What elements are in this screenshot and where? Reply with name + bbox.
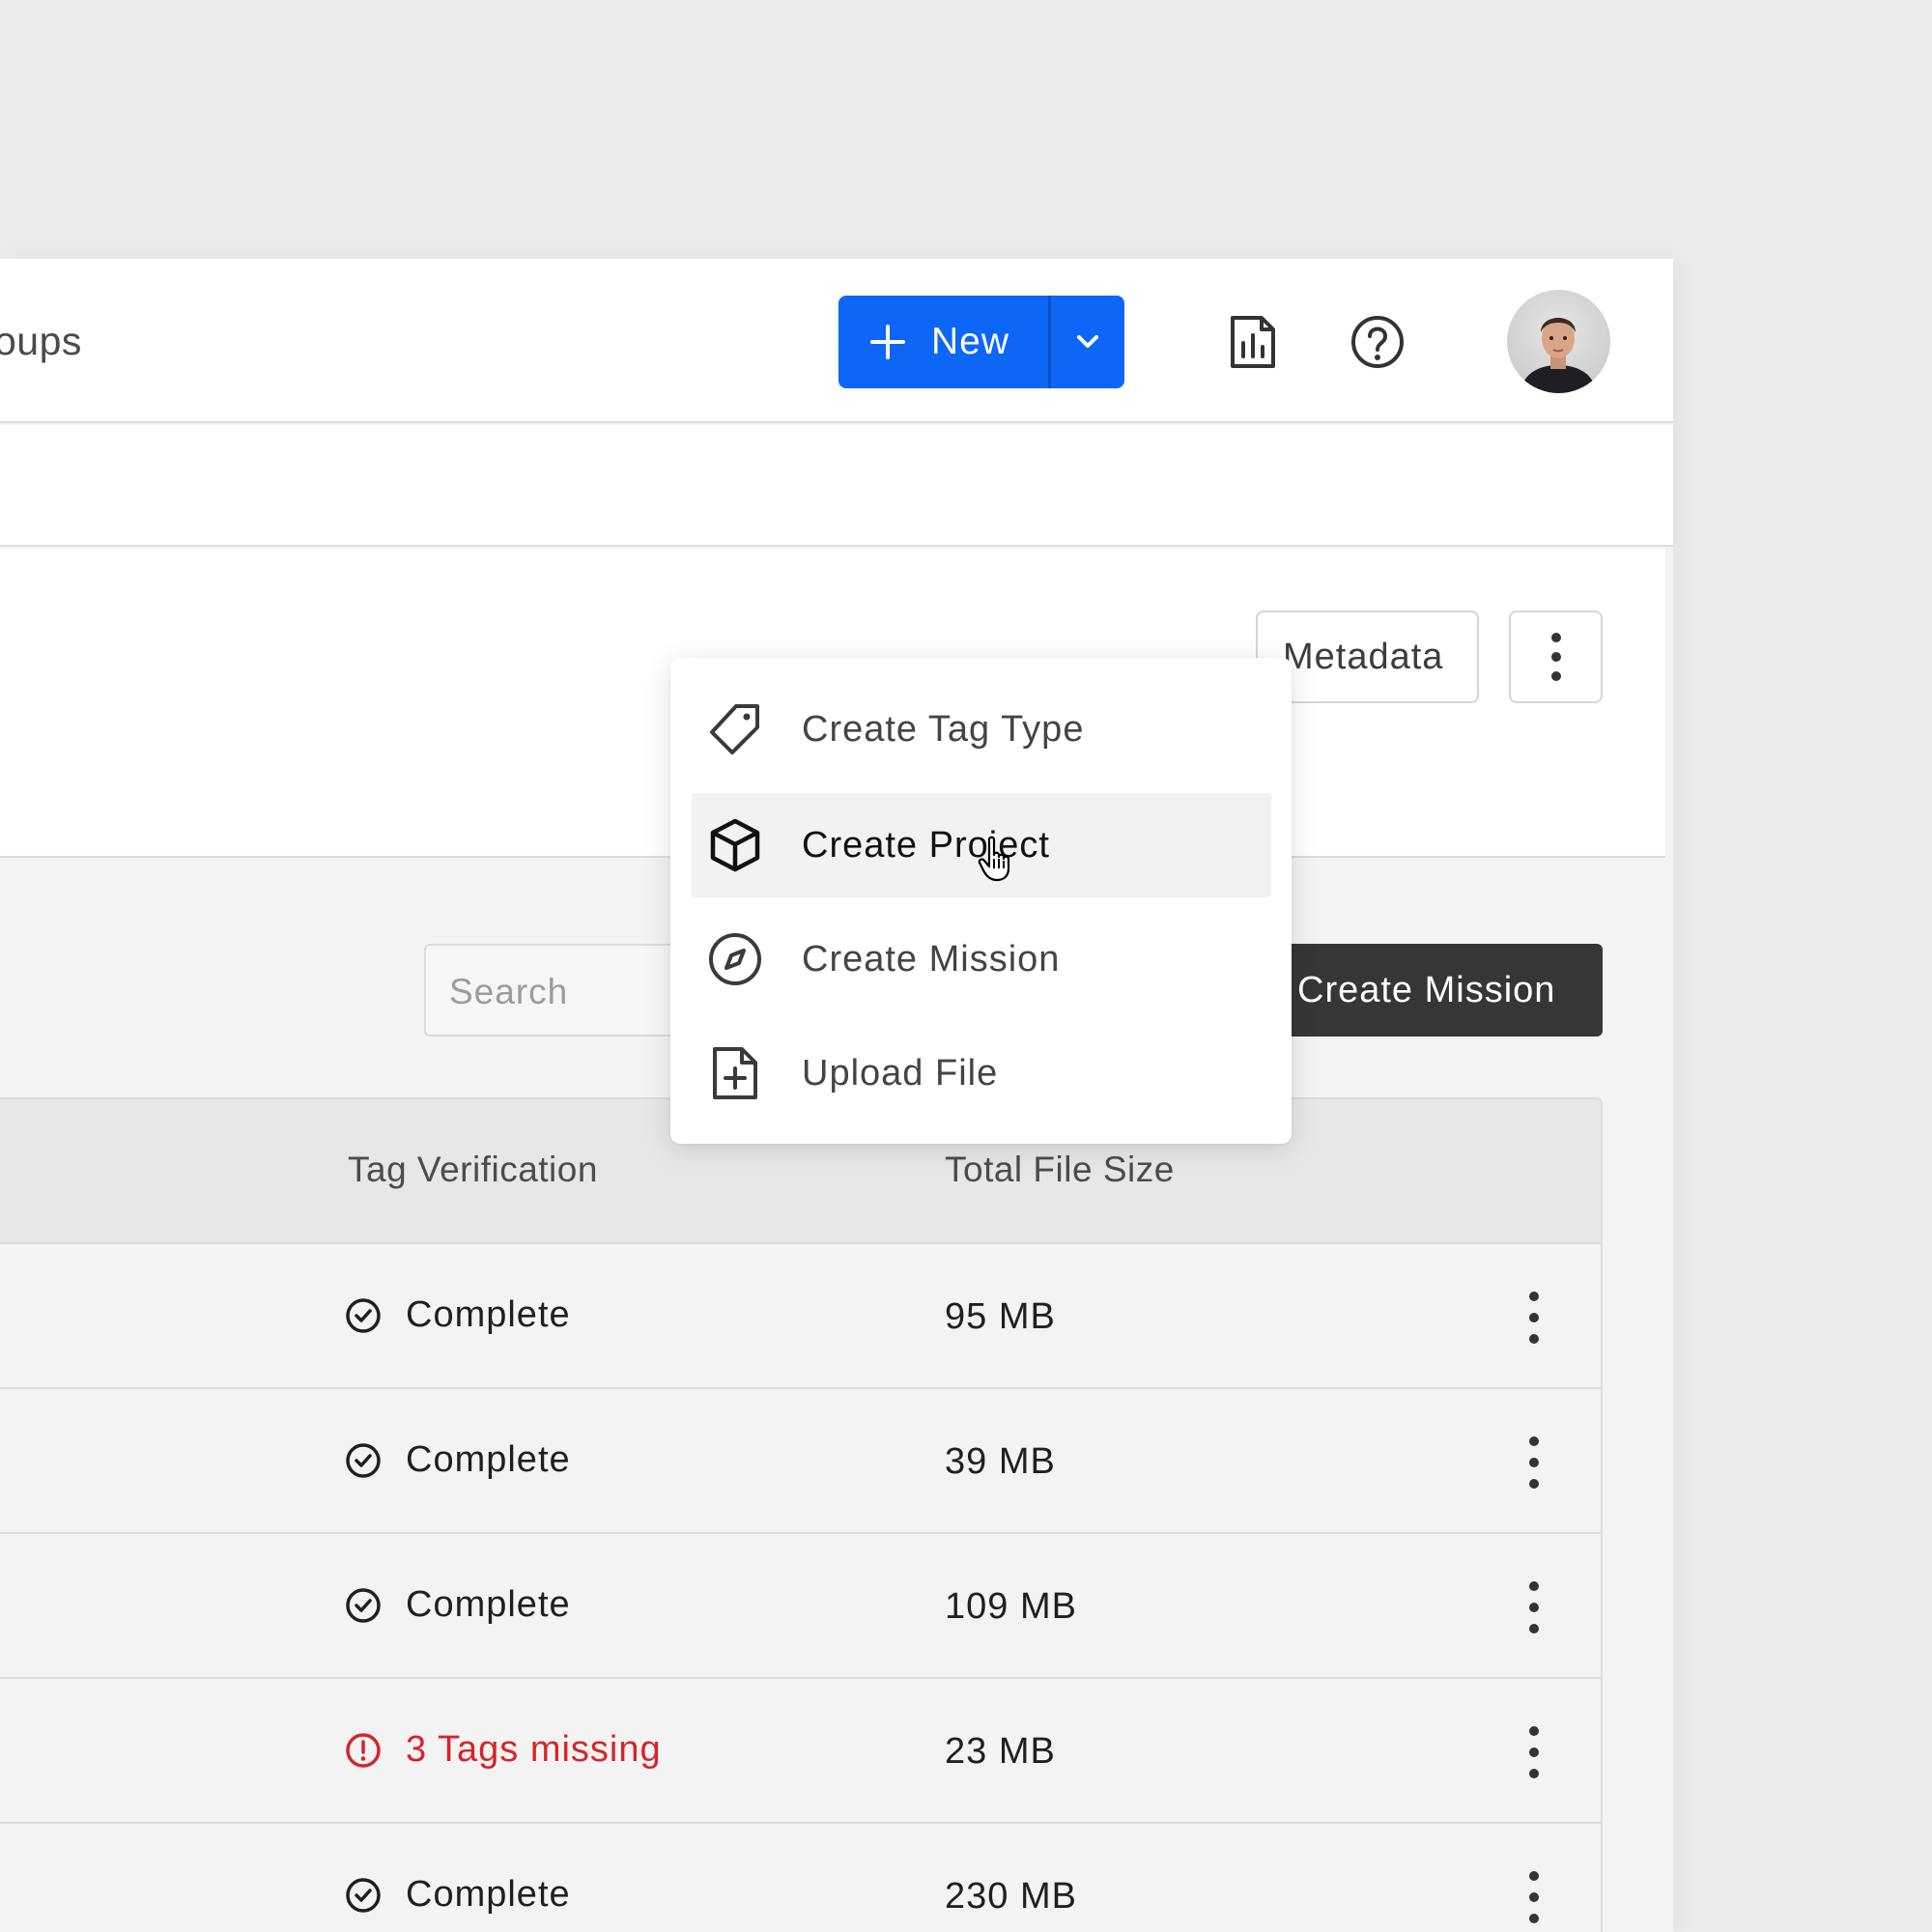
plus-icon [870, 325, 905, 359]
tag-verification-status: Complete [344, 1874, 571, 1916]
compass-icon [709, 933, 761, 985]
new-button-label: New [931, 321, 1010, 362]
avatar-photo [1520, 318, 1597, 393]
table-row[interactable]: 3 Tags missing 23 MB [0, 1679, 1601, 1824]
file-plus-icon [713, 1047, 757, 1099]
reports-button[interactable] [1218, 307, 1288, 377]
tag-verification-status: 3 Tags missing [344, 1729, 662, 1771]
error-circle-icon [346, 1732, 381, 1768]
more-vertical-icon [1550, 633, 1561, 681]
chevron-down-icon [1077, 335, 1098, 348]
menu-item-create-mission[interactable]: Create Mission [692, 907, 1271, 1011]
help-icon [1351, 316, 1404, 368]
report-chart-icon [1231, 316, 1275, 368]
more-vertical-icon [1529, 1292, 1539, 1344]
tag-verification-status: Complete [344, 1584, 571, 1626]
check-circle-icon [346, 1587, 381, 1623]
header-more-button[interactable] [1509, 611, 1603, 703]
more-vertical-icon [1529, 1726, 1539, 1778]
sub-navigation-bar [0, 425, 1673, 547]
menu-item-upload-file[interactable]: Upload File [692, 1021, 1271, 1125]
row-more-button[interactable] [1515, 1287, 1553, 1349]
app-window: oups New Metadata Search Create Mission … [0, 259, 1673, 1932]
new-split-button: New [838, 296, 1124, 388]
more-vertical-icon [1529, 1581, 1539, 1634]
nav-item-groups[interactable]: oups [0, 319, 82, 364]
check-circle-icon [346, 1442, 381, 1478]
tag-verification-status: Complete [344, 1294, 571, 1336]
row-more-button[interactable] [1515, 1866, 1553, 1928]
new-dropdown-menu: Create Tag Type Create Project Create Mi… [670, 658, 1292, 1144]
column-header-total-file-size[interactable]: Total File Size [945, 1150, 1175, 1190]
menu-item-label: Create Mission [802, 938, 1061, 980]
status-text: 3 Tags missing [406, 1729, 662, 1770]
table-row[interactable]: Complete 39 MB [0, 1389, 1601, 1534]
menu-item-create-tag-type[interactable]: Create Tag Type [692, 677, 1271, 781]
row-more-button[interactable] [1515, 1577, 1553, 1638]
cube-icon [710, 818, 760, 872]
row-more-button[interactable] [1515, 1721, 1553, 1783]
status-text: Complete [406, 1584, 571, 1625]
more-vertical-icon [1529, 1871, 1539, 1923]
new-button[interactable]: New [838, 296, 1048, 388]
new-dropdown-toggle[interactable] [1051, 296, 1124, 388]
user-avatar[interactable] [1507, 290, 1610, 393]
create-mission-label: Create Mission [1297, 969, 1556, 1010]
row-more-button[interactable] [1515, 1432, 1553, 1493]
status-text: Complete [406, 1439, 571, 1480]
table-row[interactable]: Complete 230 MB [0, 1824, 1601, 1932]
hand-pointer-cursor [978, 836, 1010, 882]
check-circle-icon [346, 1877, 381, 1913]
menu-item-label: Create Tag Type [802, 708, 1085, 750]
status-text: Complete [406, 1294, 571, 1335]
file-size: 230 MB [945, 1876, 1077, 1917]
check-circle-icon [346, 1297, 381, 1333]
file-size: 39 MB [945, 1441, 1056, 1482]
help-button[interactable] [1343, 307, 1412, 377]
tag-icon [710, 704, 759, 754]
file-size: 109 MB [945, 1586, 1077, 1627]
tag-verification-status: Complete [344, 1439, 571, 1481]
menu-item-label: Upload File [802, 1052, 999, 1094]
metadata-button-label: Metadata [1283, 636, 1444, 677]
top-bar: oups New [0, 259, 1673, 423]
file-size: 23 MB [945, 1731, 1056, 1772]
table-row[interactable]: Complete 95 MB [0, 1244, 1601, 1389]
column-header-tag-verification[interactable]: Tag Verification [348, 1150, 598, 1190]
status-text: Complete [406, 1874, 571, 1915]
more-vertical-icon [1529, 1436, 1539, 1489]
file-size: 95 MB [945, 1296, 1056, 1337]
table-row[interactable]: Complete 109 MB [0, 1534, 1601, 1679]
missions-table: Tag Verification Total File Size Complet… [0, 1097, 1603, 1932]
